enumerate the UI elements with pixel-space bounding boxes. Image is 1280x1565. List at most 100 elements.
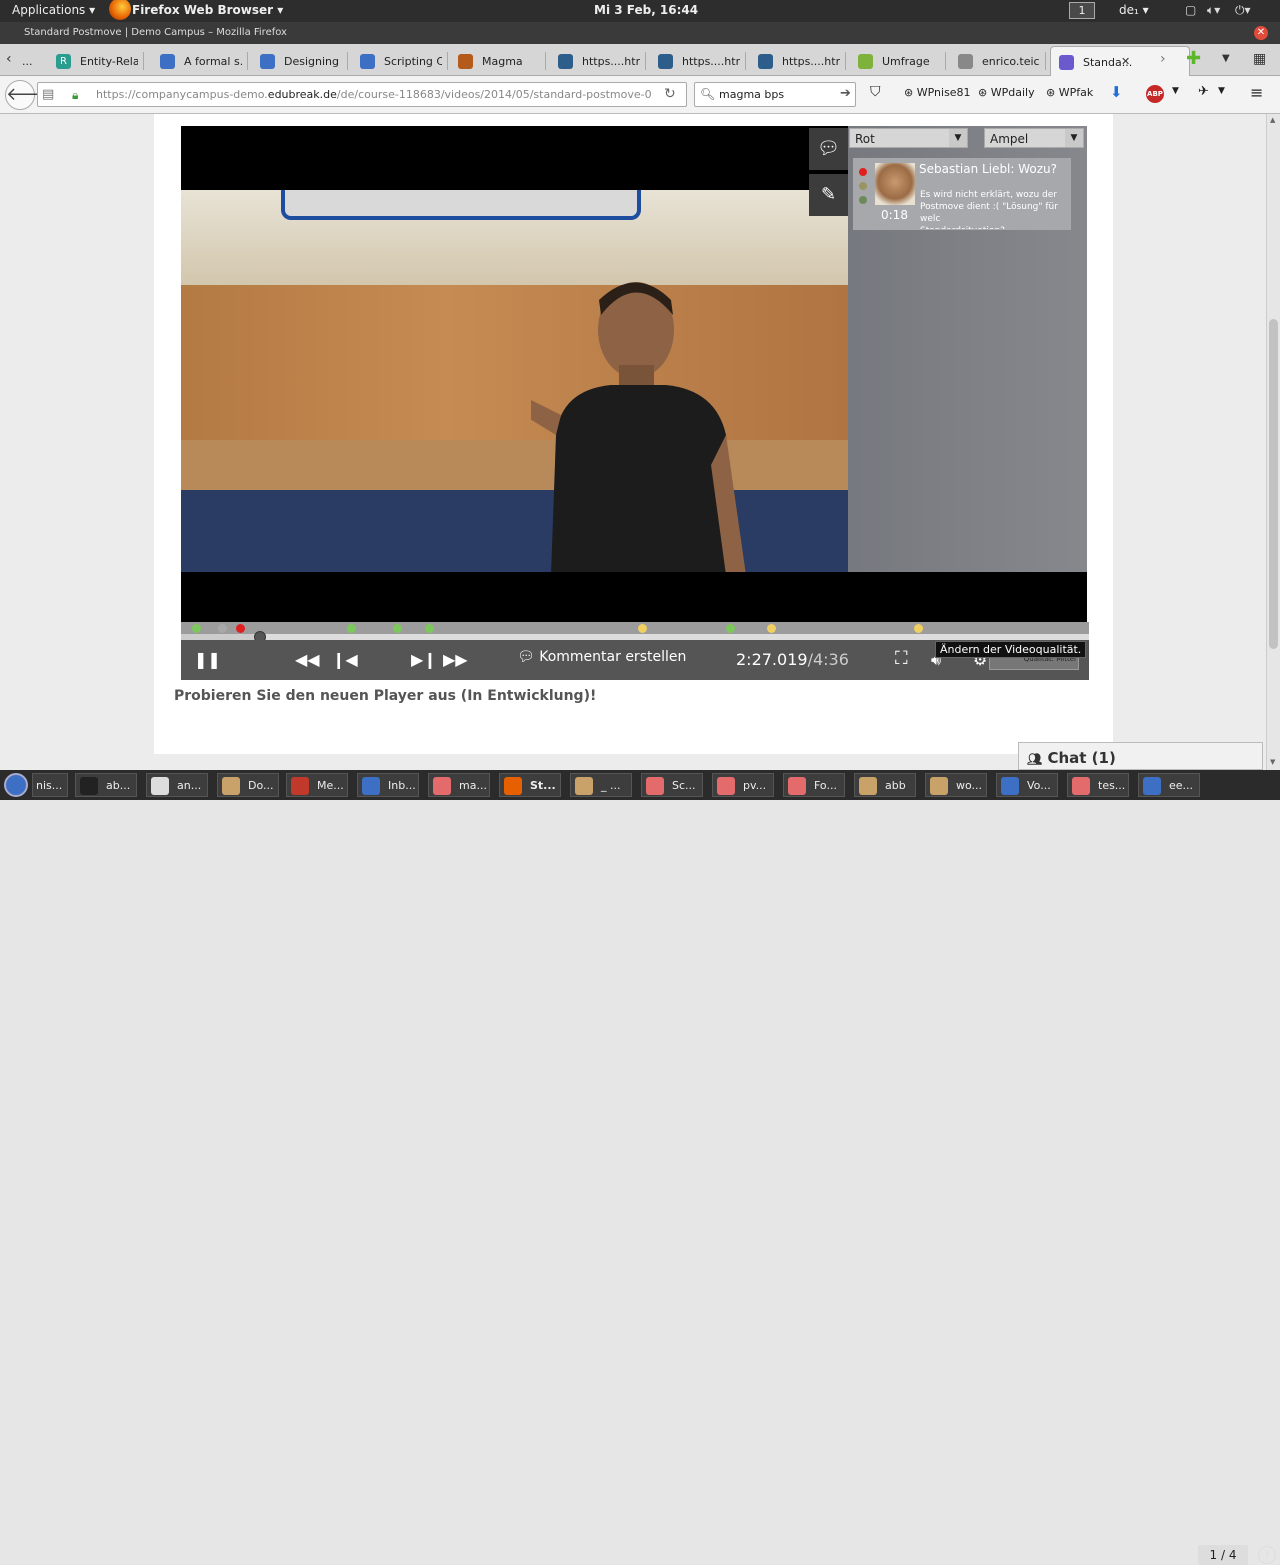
applications-menu[interactable]: Applications ▾ [12,3,95,17]
tab-9[interactable]: Umfrage [850,46,940,76]
keyboard-layout[interactable]: de₁ ▾ [1119,3,1149,17]
comment-marker[interactable] [767,624,776,633]
active-app-menu[interactable]: Firefox Web Browser ▾ [132,3,283,17]
taskbar-item[interactable]: Do... [217,773,279,797]
taskbar-item[interactable]: pv... [712,773,774,797]
comment-marker[interactable] [726,624,735,633]
taskbar-item[interactable]: Fo... [783,773,845,797]
step-forward-icon[interactable]: ▶❙ [411,650,437,669]
fullscreen-icon[interactable]: ⛶ [895,648,908,669]
tab-groups-icon[interactable]: ▦ [1253,51,1266,67]
chat-panel[interactable]: 👥︎ Chat (1) [1018,742,1263,770]
comments-toggle-button[interactable]: 💬︎ [809,128,848,170]
taskbar-item[interactable]: Vo... [996,773,1058,797]
workspace-indicator[interactable]: 1 [1069,2,1095,19]
taskbar-item[interactable]: _ ... [570,773,632,797]
taskbar-item[interactable]: Sc... [641,773,703,797]
step-back-icon[interactable]: ❙◀ [332,650,358,669]
reload-icon[interactable]: ↻ [664,86,676,102]
tab-4[interactable]: Scripting C... [352,46,442,76]
comment-card[interactable]: 0:18 Sebastian Liebl: Wozu? Es wird nich… [853,158,1071,230]
volume-icon[interactable]: 🔈︎▾ [1207,3,1220,18]
notification-icon[interactable]: i [1258,1546,1276,1564]
adblock-menu-icon[interactable]: ▼ [1172,86,1179,96]
rewind-icon[interactable]: ◀◀ [295,650,320,669]
taskbar-item[interactable]: ee... [1138,773,1200,797]
download-icon[interactable]: ⬇ [1110,83,1123,101]
pocket-icon[interactable]: ⛉ [870,84,881,100]
new-tab-icon[interactable]: ✚ [1186,48,1201,69]
scroll-thumb[interactable] [1269,319,1278,649]
tab-11[interactable]: Standa... ✕ [1050,46,1190,76]
tab-label: Magma [482,55,523,68]
extension-menu-icon[interactable]: ▼ [1218,86,1225,96]
app-icon [80,777,98,795]
url-bar[interactable]: ▤ 🔒︎ https://companycampus-demo.edubreak… [37,82,687,107]
power-icon[interactable]: ⏻▾ [1235,3,1251,18]
bookmark-wpnise81[interactable]: ⊛ WPnise81 [904,86,971,99]
new-player-promo[interactable]: Probieren Sie den neuen Player aus (In E… [174,688,596,704]
lock-icon[interactable]: 🔒︎ [72,88,78,103]
tab-2[interactable]: A formal s... [152,46,242,76]
workspace-pager[interactable]: 1 / 4 [1198,1545,1248,1565]
taskbar-item-label: ee... [1169,779,1194,792]
tab-5[interactable]: Magma [450,46,540,76]
taskbar-item[interactable]: Me... [286,773,348,797]
search-box[interactable]: 🔍︎ magma bps ➔ [694,82,856,107]
taskbar-item[interactable]: ab... [75,773,137,797]
taskbar-item[interactable]: wo... [925,773,987,797]
video-frame[interactable] [181,190,848,572]
extension-icon[interactable]: ✈ [1198,84,1209,99]
scroll-down-icon[interactable]: ▼ [1270,758,1275,766]
tab-close-icon[interactable]: ✕ [1121,55,1130,68]
tabs-scroll-left-icon[interactable]: ‹ [6,51,12,67]
pause-icon[interactable]: ❚❚ [194,650,221,669]
comment-marker[interactable] [236,624,245,633]
fast-forward-icon[interactable]: ▶▶ [443,650,468,669]
annotate-button[interactable]: ✎ [809,174,848,216]
launcher-icon[interactable] [4,773,28,797]
clock[interactable]: Mi 3 Feb, 16:44 [594,3,698,17]
page-info-icon[interactable]: ▤ [42,87,54,102]
comment-marker[interactable] [425,624,434,633]
comment-marker[interactable] [218,624,227,633]
bookmark-wpfak[interactable]: ⊛ WPfak [1046,86,1093,99]
tab-7[interactable]: https....html [650,46,740,76]
comment-marker[interactable] [638,624,647,633]
taskbar-item[interactable]: St... [499,773,561,797]
taskbar-item-label: Me... [317,779,344,792]
comment-marker-track[interactable] [181,622,1089,634]
tabs-scroll-right-icon[interactable]: › [1160,51,1166,67]
tab-6[interactable]: https....html [550,46,640,76]
back-button[interactable]: 🡐 [5,80,54,110]
color-filter-select[interactable]: Rot ▼ [849,128,968,148]
tab-1[interactable]: R Entity-Rela... [48,46,138,76]
adblock-icon[interactable]: ABP [1146,85,1164,103]
tab-label: Scripting C... [384,55,442,68]
tab-0[interactable]: ... [18,46,38,76]
search-go-icon[interactable]: ➔ [840,86,851,101]
taskbar-item[interactable]: tes... [1067,773,1129,797]
comment-marker[interactable] [914,624,923,633]
hamburger-menu-icon[interactable]: ≡ [1250,83,1263,102]
page-scrollbar[interactable]: ▲ ▼ [1266,114,1280,770]
taskbar-item[interactable]: abb [854,773,916,797]
comment-marker[interactable] [393,624,402,633]
scroll-up-icon[interactable]: ▲ [1270,116,1275,124]
taskbar-item[interactable]: Inb... [357,773,419,797]
tab-8[interactable]: https....html [750,46,840,76]
create-comment-button[interactable]: 💬︎ Kommentar erstellen [517,649,686,665]
tab-3[interactable]: Designing I... [252,46,342,76]
taskbar-item[interactable]: ma... [428,773,490,797]
taskbar-item[interactable]: an... [146,773,208,797]
bookmark-wpdaily[interactable]: ⊛ WPdaily [978,86,1035,99]
taskbar-item[interactable]: nis... [32,773,68,797]
window-close-icon[interactable]: ✕ [1254,26,1268,40]
tab-10[interactable]: enrico.teic... [950,46,1040,76]
tab-list-icon[interactable]: ▼ [1222,53,1230,64]
comment-time[interactable]: 0:18 [881,208,908,222]
mode-select[interactable]: Ampel ▼ [984,128,1084,148]
comment-marker[interactable] [192,624,201,633]
comment-marker[interactable] [347,624,356,633]
window-icon[interactable]: ▢ [1185,3,1196,17]
